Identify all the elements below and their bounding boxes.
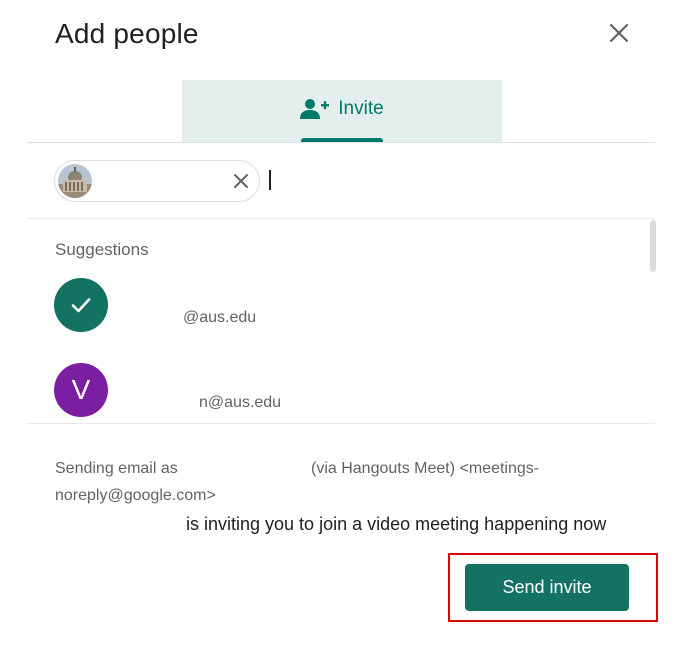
tab-bar: Invite — [27, 80, 655, 143]
tab-invite-label: Invite — [338, 98, 384, 119]
recipient-avatar — [58, 164, 92, 198]
close-button[interactable] — [604, 18, 634, 48]
sending-as-label: Sending email as — [55, 460, 178, 477]
suggestion-email: @aus.edu — [183, 309, 257, 326]
divider — [27, 423, 655, 424]
send-invite-button[interactable]: Send invite — [465, 564, 629, 611]
tab-active-indicator — [301, 138, 383, 142]
tab-invite[interactable]: Invite — [182, 80, 502, 142]
close-icon — [234, 174, 248, 188]
divider — [27, 218, 655, 219]
recipient-chip[interactable] — [54, 160, 260, 202]
remove-recipient-button[interactable] — [231, 171, 251, 191]
suggestion-email: n@aus.edu — [199, 394, 282, 411]
suggestions-heading: Suggestions — [55, 240, 149, 259]
recipient-input-caret[interactable] — [269, 170, 271, 190]
person-add-icon — [300, 99, 330, 119]
suggestion-item[interactable]: @aus.edu — [27, 272, 647, 342]
avatar: V — [54, 363, 108, 417]
selected-avatar — [54, 278, 108, 332]
scrollbar-thumb[interactable] — [650, 220, 656, 272]
dialog-title: Add people — [55, 18, 199, 49]
check-icon — [71, 298, 91, 313]
suggestion-item[interactable]: V n@aus.edu — [27, 357, 647, 427]
sender-address: noreply@google.com> — [55, 487, 216, 504]
sending-via-text: (via Hangouts Meet) <meetings- — [311, 460, 540, 477]
invite-message: is inviting you to join a video meeting … — [186, 514, 607, 534]
close-icon — [609, 23, 629, 43]
